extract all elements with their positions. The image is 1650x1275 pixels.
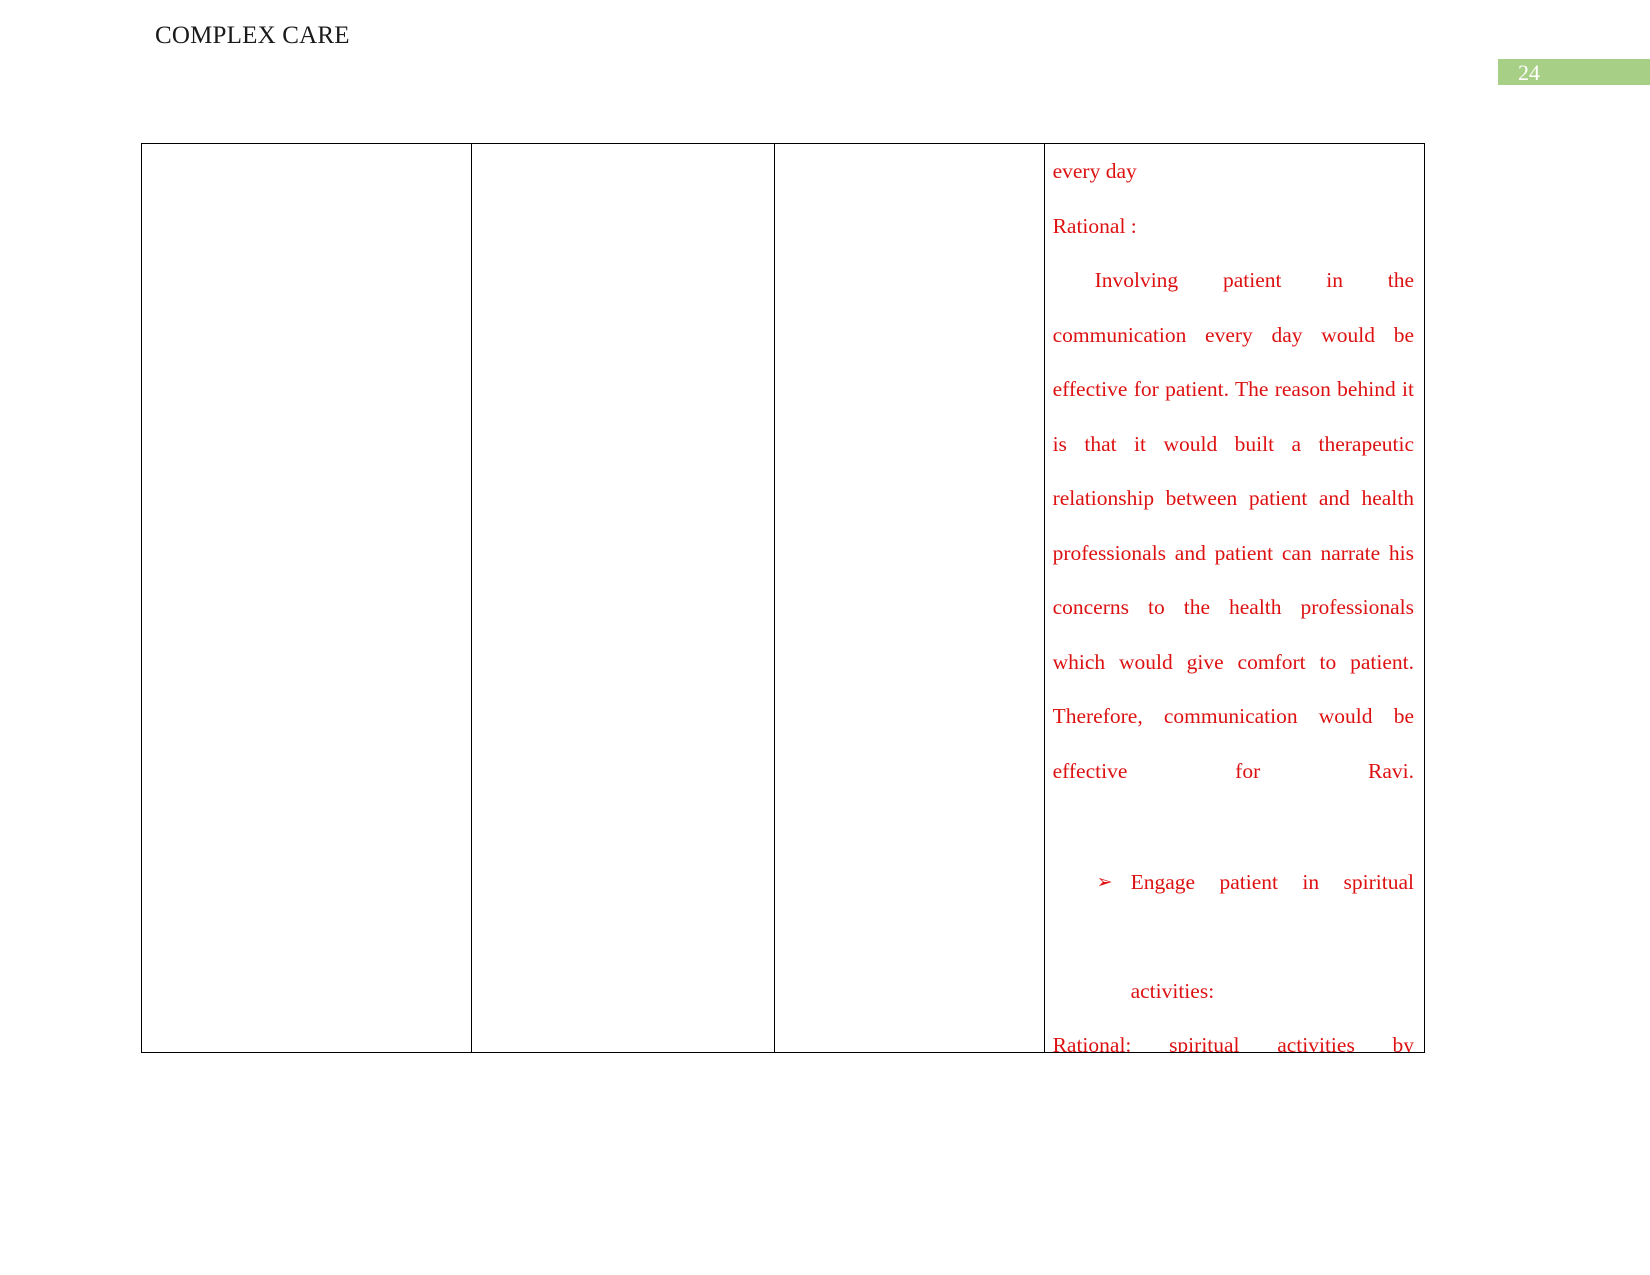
page-header-title: COMPLEX CARE: [155, 22, 350, 49]
bullet-text-wrapper: Engage patient in spiritual activities:: [1131, 855, 1414, 1019]
page-number-band: 24: [1498, 59, 1650, 85]
arrow-bullet-icon: ➢: [1096, 870, 1113, 893]
table-cell-column-4: every day Rational : Involving patient i…: [1045, 144, 1424, 1052]
bullet-line-2: activities:: [1130, 978, 1215, 1003]
page-number: 24: [1518, 60, 1540, 85]
rational-heading: Rational :: [1052, 213, 1137, 238]
table-cell-column-2: [472, 144, 775, 1052]
table-cell-column-3: [775, 144, 1045, 1052]
rational-paragraph: Involving patient in the communication e…: [1052, 268, 1414, 783]
bullet-line-1: Engage patient in spiritual: [1130, 869, 1414, 894]
continued-line: every day: [1052, 159, 1137, 183]
table-cell-column-1: [142, 144, 473, 1052]
bullet-list-item: ➢ Engage patient in spiritual activities…: [1053, 855, 1414, 1019]
clipped-trailing-line: Rational: spiritual activities by: [1052, 1033, 1414, 1052]
care-plan-table: every day Rational : Involving patient i…: [141, 143, 1425, 1053]
rationale-content: every day Rational : Involving patient i…: [1053, 144, 1414, 1052]
